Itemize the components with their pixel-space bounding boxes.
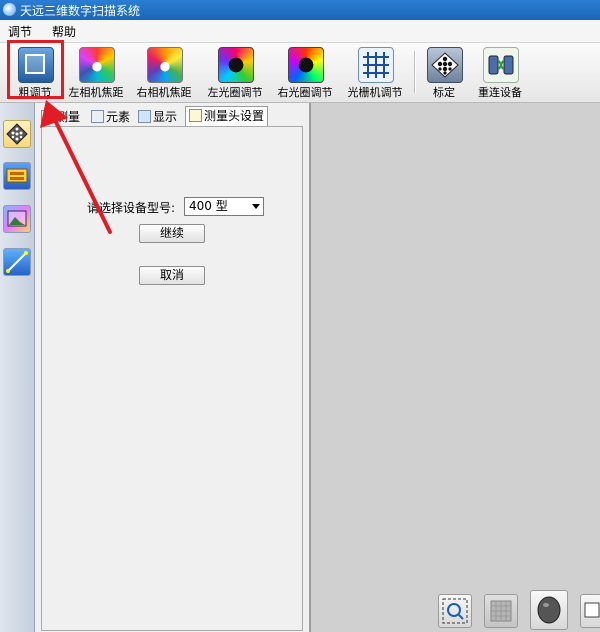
model-select[interactable]: 400 型 xyxy=(184,197,264,216)
selected-highlight-box xyxy=(7,40,64,99)
texture-icon xyxy=(490,600,512,622)
display-tab-icon xyxy=(138,110,151,123)
tab-measure-label: 测量 xyxy=(56,110,81,124)
cancel-button[interactable]: 取消 xyxy=(139,266,205,285)
zoom-fit-icon xyxy=(442,598,468,624)
grating-icon-graphic xyxy=(363,52,389,78)
left-panel: 测量 元素 显示 测量头设置 请选择设备型号: 400 型 继续 取消 xyxy=(35,103,310,632)
scanner-icon xyxy=(6,168,28,183)
head-settings-panel: 请选择设备型号: 400 型 继续 取消 xyxy=(41,126,303,631)
right-camera-focus-icon xyxy=(147,47,183,83)
zoom-fit-button[interactable] xyxy=(438,594,472,628)
calibration-board-side-button[interactable] xyxy=(3,120,31,148)
right-aperture-icon xyxy=(288,47,324,83)
calibration-icon xyxy=(427,47,463,83)
main-toolbar: 粗调节 左相机焦距 右相机焦距 左光圈调节 右光圈调节 光栅机调节 标定 重连设… xyxy=(0,43,600,103)
left-aperture-icon xyxy=(218,47,254,83)
calibration-label: 标定 xyxy=(433,86,455,99)
menu-adjust[interactable]: 调节 xyxy=(8,23,32,40)
left-camera-focus-icon xyxy=(79,47,115,83)
tab-strip: 测量 元素 显示 测量头设置 xyxy=(35,106,309,126)
grating-adjust-label: 光栅机调节 xyxy=(347,86,403,99)
title-bar: 天远三维数字扫描系统 xyxy=(0,0,600,20)
measure-icon xyxy=(6,251,28,273)
screen-icon xyxy=(584,602,600,618)
tab-measure[interactable]: 测量 xyxy=(41,108,80,126)
continue-button[interactable]: 继续 xyxy=(139,224,205,243)
toolbar-separator xyxy=(414,51,416,93)
grating-icon xyxy=(358,47,394,83)
model-label: 请选择设备型号: xyxy=(87,201,176,215)
head-settings-tab-icon xyxy=(189,109,202,122)
reconnect-device-icon xyxy=(483,47,519,83)
tab-head-settings-label: 测量头设置 xyxy=(204,109,265,123)
calibration-board-icon xyxy=(6,123,28,145)
left-camera-focus-label: 左相机焦距 xyxy=(68,86,124,99)
element-tab-icon xyxy=(91,110,104,123)
reconnect-device-button[interactable]: 重连设备 xyxy=(472,43,528,100)
right-aperture-label: 右光圈调节 xyxy=(277,86,333,99)
model-view-button[interactable] xyxy=(530,590,568,630)
measure-tab-icon xyxy=(41,110,54,123)
right-camera-focus-button[interactable]: 右相机焦距 xyxy=(132,43,196,100)
tab-display-label: 显示 xyxy=(153,110,178,124)
image-side-button[interactable] xyxy=(3,205,31,233)
view-toolbar xyxy=(434,588,600,632)
model-view-icon xyxy=(537,596,561,624)
left-camera-focus-button[interactable]: 左相机焦距 xyxy=(64,43,128,100)
calibration-icon-graphic xyxy=(431,52,459,78)
left-aperture-label: 左光圈调节 xyxy=(207,86,263,99)
grating-adjust-button[interactable]: 光栅机调节 xyxy=(342,43,408,100)
left-icon-strip xyxy=(0,103,35,632)
tab-head-settings[interactable]: 测量头设置 xyxy=(185,106,269,126)
window-title: 天远三维数字扫描系统 xyxy=(20,4,141,18)
texture-button[interactable] xyxy=(484,594,518,628)
chevron-down-icon xyxy=(252,204,260,209)
menu-help[interactable]: 帮助 xyxy=(52,23,76,40)
scanner-side-button[interactable] xyxy=(3,162,31,190)
screen-button[interactable] xyxy=(580,594,600,628)
measure-side-button[interactable] xyxy=(3,248,31,276)
viewport-area[interactable] xyxy=(310,103,600,632)
right-camera-focus-label: 右相机焦距 xyxy=(136,86,192,99)
menu-bar: 调节 帮助 xyxy=(0,20,600,43)
tab-element[interactable]: 元素 xyxy=(91,108,130,126)
right-aperture-button[interactable]: 右光圈调节 xyxy=(272,43,338,100)
app-icon xyxy=(3,3,16,16)
reconnect-icon-graphic xyxy=(488,55,514,75)
image-icon xyxy=(7,210,27,227)
tab-element-label: 元素 xyxy=(106,110,131,124)
tab-display[interactable]: 显示 xyxy=(138,108,177,126)
calibration-button[interactable]: 标定 xyxy=(420,43,468,100)
left-aperture-button[interactable]: 左光圈调节 xyxy=(202,43,268,100)
model-select-value: 400 型 xyxy=(189,199,228,213)
reconnect-device-label: 重连设备 xyxy=(478,86,522,99)
